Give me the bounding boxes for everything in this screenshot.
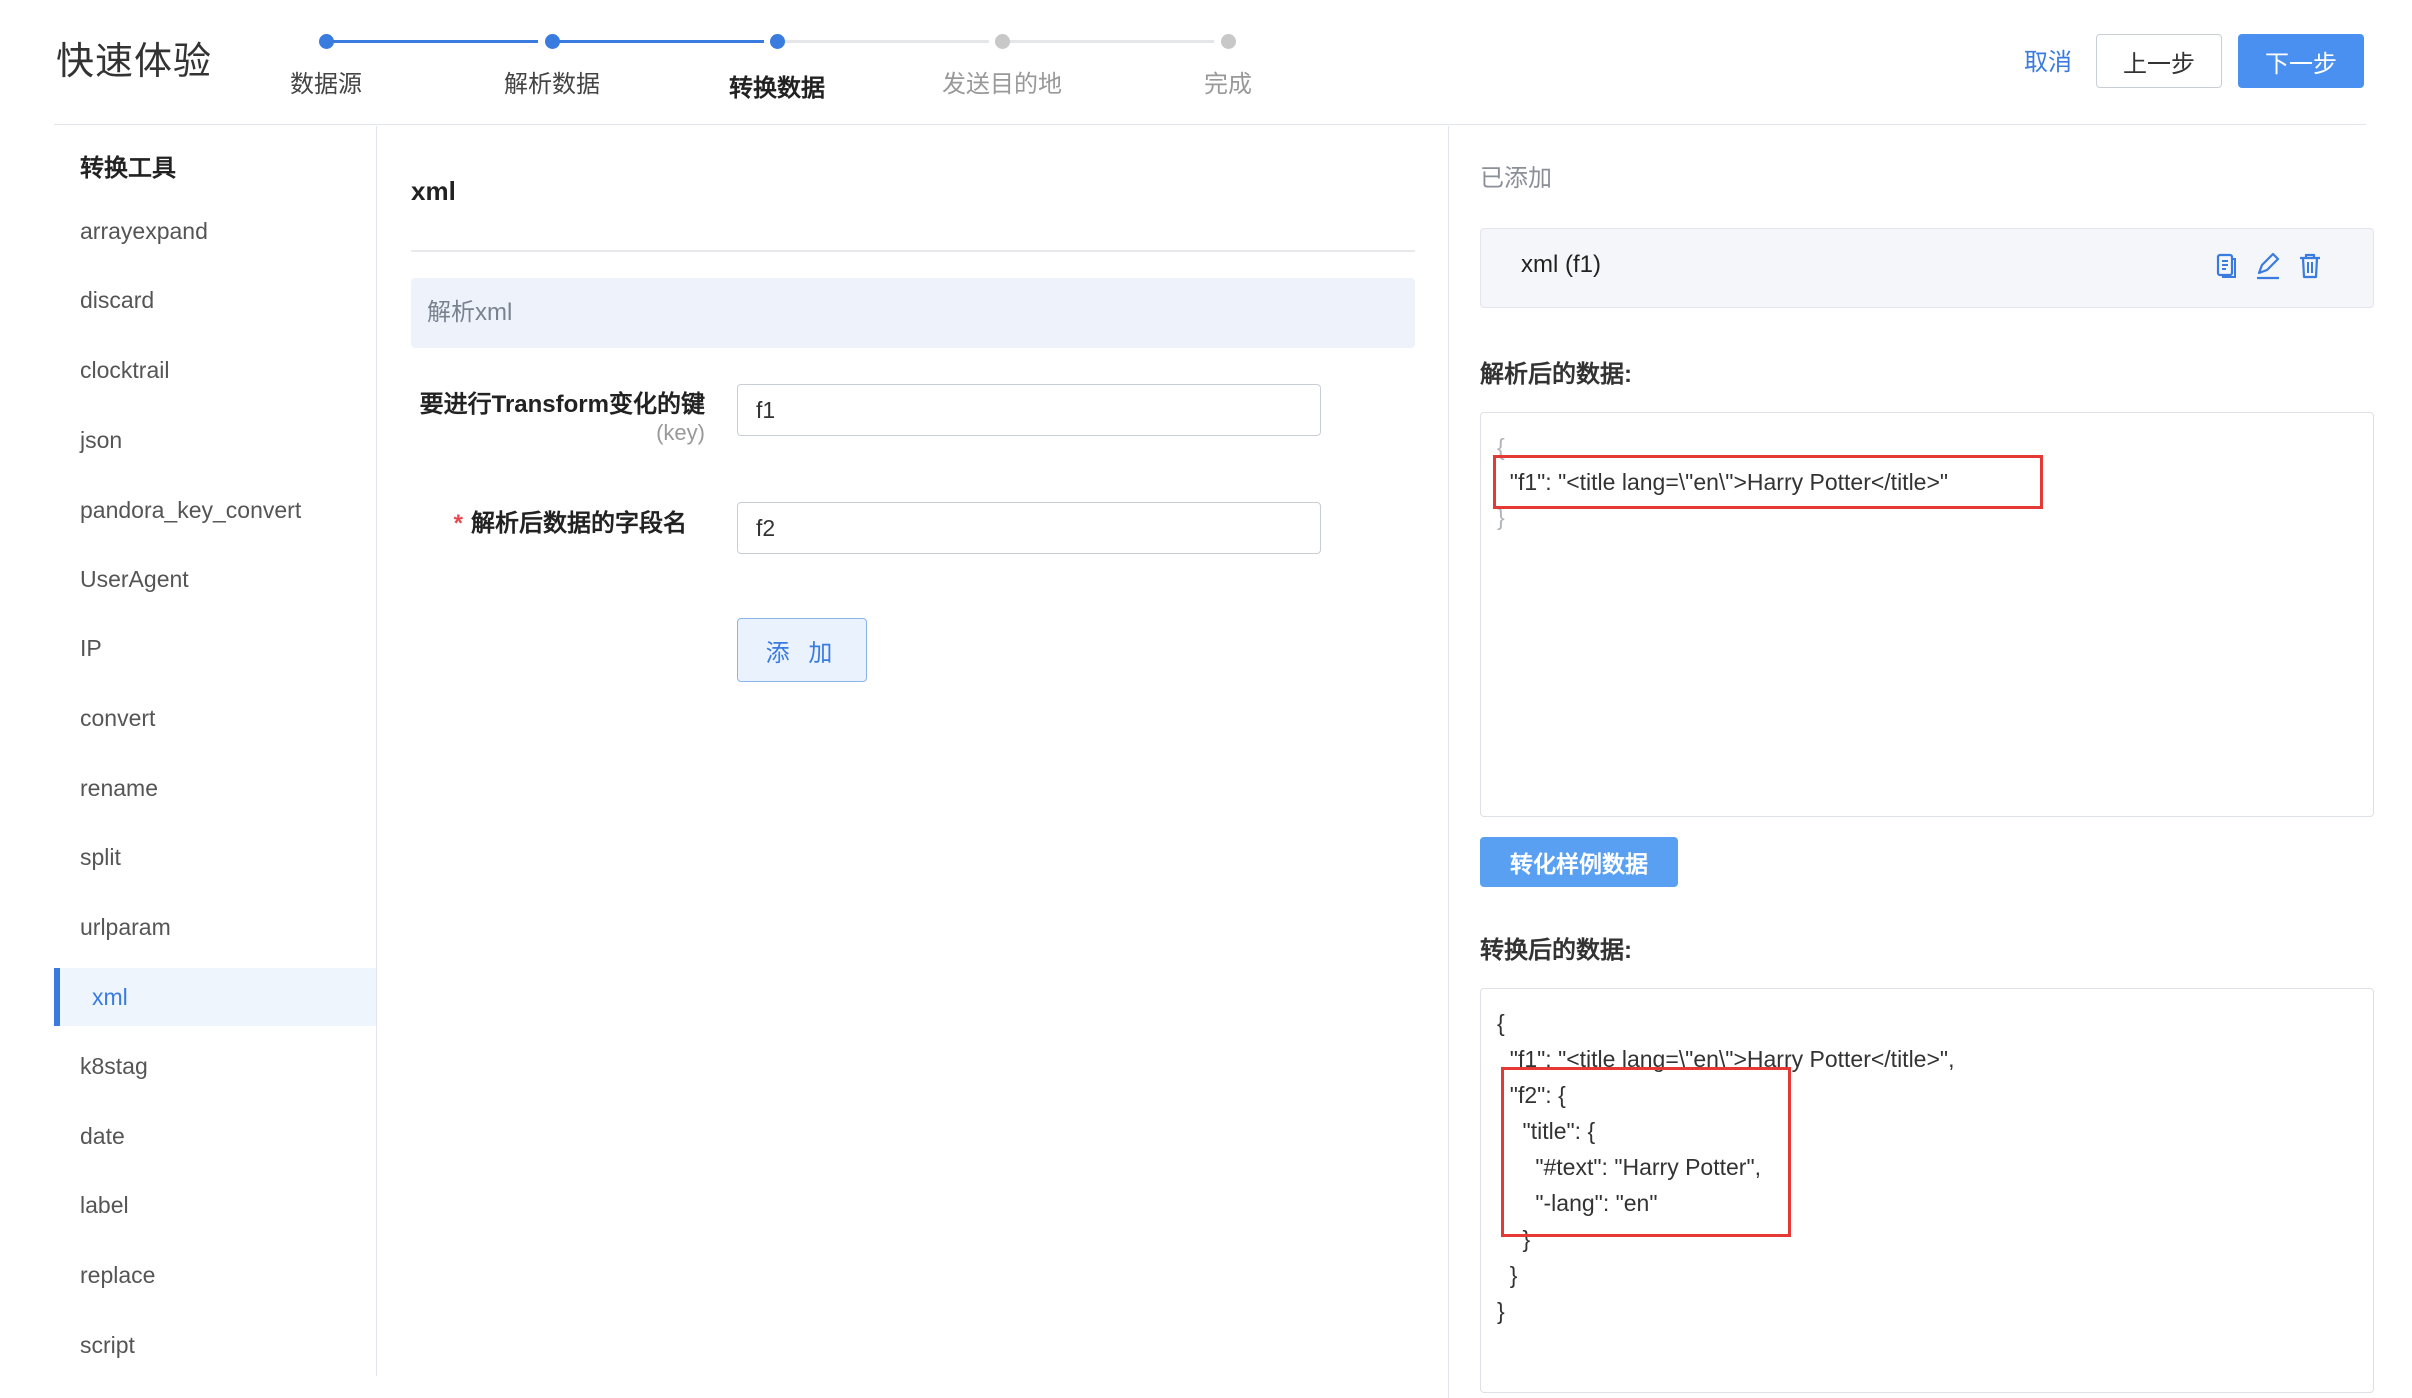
step-dot-4 xyxy=(995,34,1010,49)
added-transform-name: xml (f1) xyxy=(1521,251,1601,278)
sidebar-item-clocktrail[interactable]: clocktrail xyxy=(54,341,376,399)
page-title: 快速体验 xyxy=(56,41,213,83)
sidebar-item-split[interactable]: split xyxy=(54,828,376,886)
progress-steps: 数据源 解析数据 转换数据 发送目的地 完成 xyxy=(240,26,1280,106)
convert-sample-button[interactable]: 转化样例数据 xyxy=(1480,837,1678,887)
sidebar-item-date[interactable]: date xyxy=(54,1107,376,1165)
step-label-5: 完成 xyxy=(1204,71,1252,98)
step-dot-1 xyxy=(319,34,334,49)
sidebar-title: 转换工具 xyxy=(80,155,176,182)
required-marker: * xyxy=(453,510,463,537)
step-label-3: 转换数据 xyxy=(729,75,825,102)
sidebar-item-useragent[interactable]: UserAgent xyxy=(54,550,376,608)
sidebar-item-arrayexpand[interactable]: arrayexpand xyxy=(54,202,376,260)
sidebar-item-ip[interactable]: IP xyxy=(54,619,376,677)
sidebar-item-discard[interactable]: discard xyxy=(54,271,376,329)
copy-icon[interactable] xyxy=(2211,251,2241,281)
step-dot-2 xyxy=(545,34,560,49)
highlight-box xyxy=(1501,1067,1791,1237)
code-line: } xyxy=(1497,1262,1518,1288)
sidebar-item-json[interactable]: json xyxy=(54,411,376,469)
field-name-label: * 解析后数据的字段名 xyxy=(411,503,687,538)
step-dot-5 xyxy=(1221,34,1236,49)
step-label-1: 数据源 xyxy=(290,71,362,98)
transform-key-input[interactable] xyxy=(737,384,1321,436)
code-line: { xyxy=(1497,1010,1505,1036)
previous-step-button[interactable]: 上一步 xyxy=(2096,34,2222,88)
panel-divider xyxy=(1448,126,1449,1398)
converted-data-title: 转换后的数据: xyxy=(1480,937,1632,964)
sidebar-item-pandora-key-convert[interactable]: pandora_key_convert xyxy=(54,481,376,539)
highlight-box xyxy=(1493,455,2043,509)
new-field-name-input[interactable] xyxy=(737,502,1321,554)
converted-data-viewer: { "f1": "<title lang=\"en\">Harry Potter… xyxy=(1480,988,2374,1393)
code-line: } xyxy=(1497,1298,1505,1324)
edit-icon[interactable] xyxy=(2253,251,2283,281)
step-connector xyxy=(552,40,764,43)
sidebar-item-urlparam[interactable]: urlparam xyxy=(54,898,376,956)
form-divider xyxy=(411,250,1415,252)
parsed-data-title: 解析后的数据: xyxy=(1480,361,1632,388)
sidebar-item-rename[interactable]: rename xyxy=(54,759,376,817)
step-connector xyxy=(777,40,989,43)
parsed-data-viewer: { "f1": "<title lang=\"en\">Harry Potter… xyxy=(1480,412,2374,817)
sidebar-item-convert[interactable]: convert xyxy=(54,689,376,747)
delete-icon[interactable] xyxy=(2295,251,2325,281)
sidebar-item-xml[interactable]: xml xyxy=(54,968,376,1026)
added-section-label: 已添加 xyxy=(1480,165,1552,192)
key-field-label: 要进行Transform变化的键 xyxy=(419,391,705,418)
step-connector xyxy=(326,40,538,43)
header-divider xyxy=(54,124,2366,125)
key-field-sublabel: (key) xyxy=(656,420,705,445)
field-name-label-text: 解析后数据的字段名 xyxy=(471,510,687,537)
step-label-4: 发送目的地 xyxy=(942,71,1062,98)
added-transform-card: xml (f1) xyxy=(1480,228,2374,308)
step-connector xyxy=(1002,40,1214,43)
add-transform-button[interactable]: 添 加 xyxy=(737,618,867,682)
next-step-button[interactable]: 下一步 xyxy=(2238,34,2364,88)
transform-description: 解析xml xyxy=(411,278,1415,348)
step-label-2: 解析数据 xyxy=(504,71,600,98)
sidebar-item-script[interactable]: script xyxy=(54,1316,376,1374)
step-dot-3 xyxy=(770,34,785,49)
sidebar-item-k8stag[interactable]: k8stag xyxy=(54,1037,376,1095)
transform-title: xml xyxy=(411,176,456,206)
transform-tools-sidebar: 转换工具 arrayexpand discard clocktrail json… xyxy=(54,126,377,1376)
sidebar-item-label[interactable]: label xyxy=(54,1176,376,1234)
cancel-button[interactable]: 取消 xyxy=(2024,42,2072,77)
sidebar-item-replace[interactable]: replace xyxy=(54,1246,376,1304)
